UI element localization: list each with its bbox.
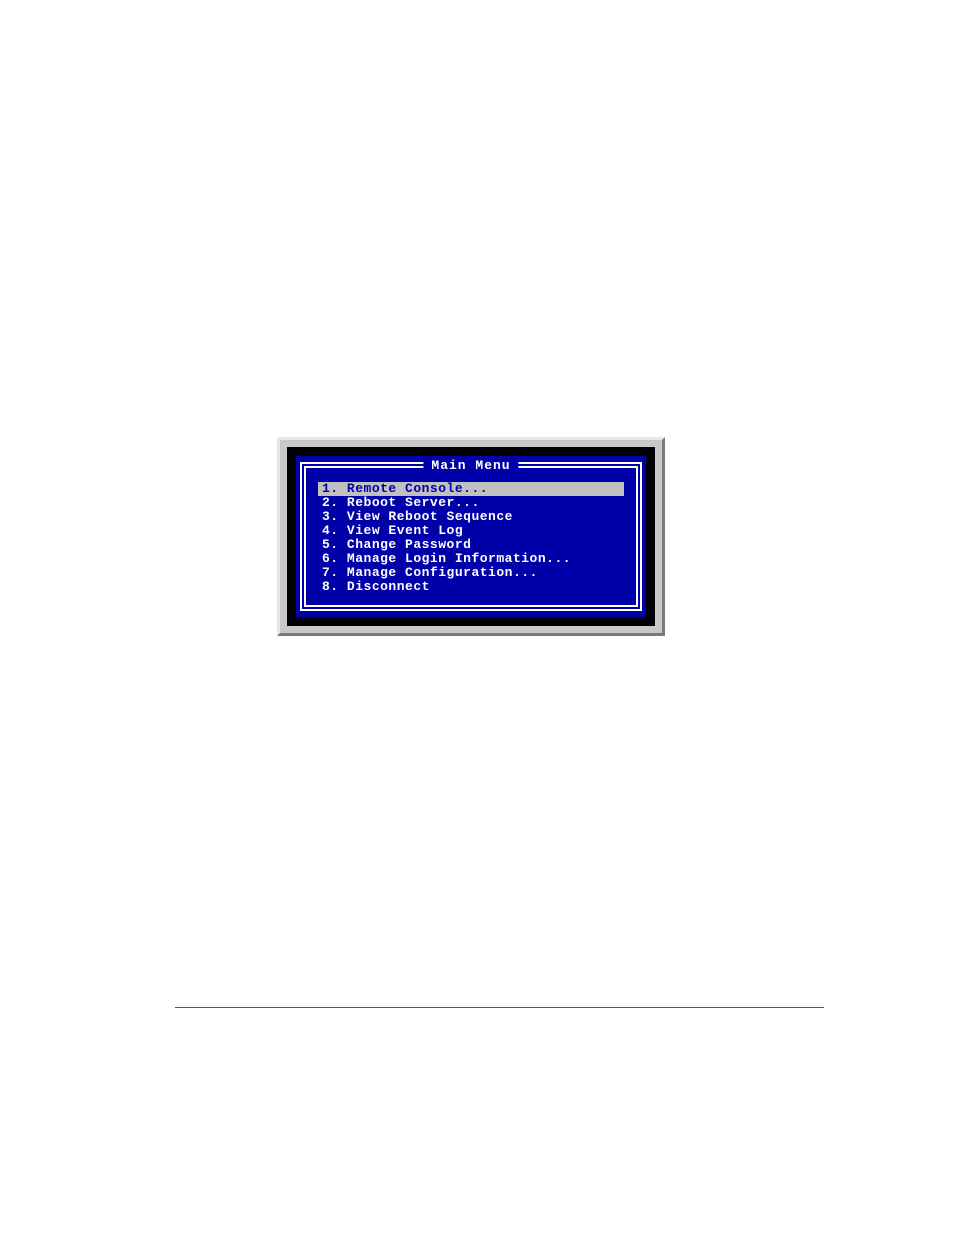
menu-item-label: Manage Configuration... — [347, 565, 538, 580]
terminal-title: Main Menu — [423, 459, 518, 473]
menu-item-change-password[interactable]: 5. Change Password — [318, 538, 624, 552]
menu-item-label: Disconnect — [347, 579, 430, 594]
menu-item-label: View Event Log — [347, 523, 463, 538]
terminal-menu: 1. Remote Console... 2. Reboot Server...… — [318, 482, 624, 594]
menu-item-view-reboot-sequence[interactable]: 3. View Reboot Sequence — [318, 510, 624, 524]
menu-item-label: View Reboot Sequence — [347, 509, 513, 524]
menu-item-num: 1. — [322, 481, 339, 496]
menu-item-disconnect[interactable]: 8. Disconnect — [318, 580, 624, 594]
menu-item-manage-login-information[interactable]: 6. Manage Login Information... — [318, 552, 624, 566]
menu-item-label: Change Password — [347, 537, 472, 552]
menu-item-view-event-log[interactable]: 4. View Event Log — [318, 524, 624, 538]
page-root: Main Menu 1. Remote Console... 2. Reboot… — [0, 0, 954, 1235]
menu-item-reboot-server[interactable]: 2. Reboot Server... — [318, 496, 624, 510]
menu-item-num: 6. — [322, 551, 339, 566]
menu-item-manage-configuration[interactable]: 7. Manage Configuration... — [318, 566, 624, 580]
page-divider — [175, 1007, 824, 1008]
menu-item-label: Remote Console... — [347, 481, 488, 496]
menu-item-num: 4. — [322, 523, 339, 538]
menu-item-num: 2. — [322, 495, 339, 510]
menu-item-label: Reboot Server... — [347, 495, 480, 510]
menu-item-remote-console[interactable]: 1. Remote Console... — [318, 482, 624, 496]
menu-item-num: 8. — [322, 579, 339, 594]
menu-item-num: 5. — [322, 537, 339, 552]
terminal-window: Main Menu 1. Remote Console... 2. Reboot… — [277, 437, 665, 636]
menu-item-label: Manage Login Information... — [347, 551, 571, 566]
terminal-blue-panel: Main Menu 1. Remote Console... 2. Reboot… — [296, 456, 646, 617]
terminal-black-frame: Main Menu 1. Remote Console... 2. Reboot… — [287, 447, 655, 626]
menu-item-num: 3. — [322, 509, 339, 524]
menu-item-num: 7. — [322, 565, 339, 580]
